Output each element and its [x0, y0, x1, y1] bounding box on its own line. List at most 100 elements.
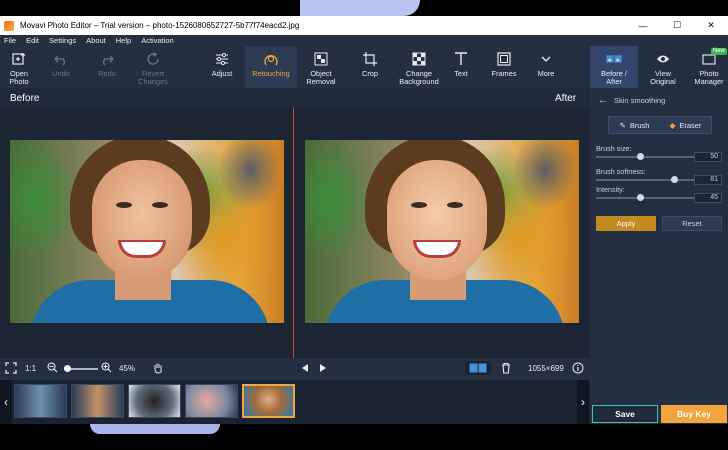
- object-removal-button[interactable]: Object Removal: [300, 46, 342, 88]
- filmstrip: [0, 380, 590, 424]
- brush-softness-label: Brush softness:: [596, 167, 646, 176]
- redo-button[interactable]: Redo: [90, 46, 124, 88]
- brush-size-value[interactable]: 50: [694, 152, 722, 162]
- apply-button[interactable]: Apply: [596, 216, 656, 231]
- undo-button[interactable]: Undo: [44, 46, 78, 88]
- maximize-button[interactable]: ☐: [660, 16, 694, 35]
- menu-settings[interactable]: Settings: [49, 36, 76, 45]
- text-icon: [453, 51, 469, 67]
- add-photo-icon: [11, 51, 27, 67]
- crop-button[interactable]: Crop: [354, 46, 386, 88]
- after-photo: [305, 140, 579, 323]
- more-label: More: [537, 69, 555, 78]
- object-removal-icon: [313, 51, 329, 67]
- view-controls: 1:1 45% 1055×699: [0, 358, 590, 380]
- hand-tool-icon[interactable]: [152, 362, 164, 376]
- brush-softness-knob[interactable]: [670, 176, 678, 183]
- brush-icon: ✎: [619, 120, 626, 130]
- undo-icon: [53, 51, 69, 67]
- before-after-label-2: After: [606, 77, 622, 86]
- eye-icon: [655, 51, 671, 67]
- minimize-button[interactable]: —: [626, 16, 660, 35]
- compare-header: Before After: [0, 88, 590, 108]
- frames-label: Frames: [491, 69, 517, 78]
- crop-icon: [362, 51, 378, 67]
- buy-key-button[interactable]: Buy Key: [661, 405, 727, 423]
- adjust-button[interactable]: Adjust: [204, 46, 240, 88]
- thumbnail-1[interactable]: [14, 384, 67, 418]
- menu-about[interactable]: About: [86, 36, 106, 45]
- text-button[interactable]: Text: [446, 46, 476, 88]
- frames-button[interactable]: Frames: [487, 46, 521, 88]
- sliders-icon: [214, 51, 230, 67]
- zoom-slider-knob[interactable]: [63, 365, 71, 372]
- adjust-label: Adjust: [211, 69, 233, 78]
- brush-size-label: Brush size:: [596, 144, 632, 153]
- fit-screen-icon[interactable]: [5, 362, 17, 376]
- frames-icon: [496, 51, 512, 67]
- intensity-knob[interactable]: [636, 194, 644, 201]
- eraser-label: Eraser: [679, 120, 702, 130]
- brush-tab[interactable]: ✎ Brush: [609, 117, 660, 133]
- brush-size-knob[interactable]: [636, 153, 644, 160]
- retouching-icon: [263, 51, 279, 67]
- retouching-button[interactable]: Retouching: [245, 46, 297, 88]
- revert-icon: [145, 51, 161, 67]
- view-original-label-2: Original: [650, 77, 676, 86]
- object-removal-label-2: Removal: [306, 77, 336, 86]
- photo-manager-label-2: Manager: [694, 77, 724, 86]
- before-after-divider[interactable]: [293, 108, 294, 358]
- redo-icon: [99, 51, 115, 67]
- filmstrip-scroll-left[interactable]: ‹: [0, 380, 12, 424]
- photo-manager-button[interactable]: New Photo Manager: [690, 46, 728, 88]
- brush-softness-track[interactable]: [596, 179, 694, 181]
- chevron-down-icon: [538, 51, 554, 67]
- intensity-label: Intensity:: [596, 185, 625, 194]
- revert-label-2: Changes: [138, 77, 168, 86]
- change-background-button[interactable]: Change Background: [395, 46, 443, 88]
- view-original-button[interactable]: View Original: [642, 46, 684, 88]
- change-background-icon: [411, 51, 427, 67]
- window-title: Movavi Photo Editor – Trial version – ph…: [20, 21, 300, 30]
- previous-photo-icon[interactable]: [301, 363, 309, 375]
- photo-manager-icon: New: [701, 48, 728, 67]
- retouch-panel: ← Skin smoothing ✎ Brush ◆ Eraser Brush si…: [590, 88, 728, 424]
- info-icon[interactable]: [572, 362, 584, 376]
- menu-activation[interactable]: Activation: [141, 36, 174, 45]
- zoom-in-icon[interactable]: [101, 362, 112, 375]
- intensity-track[interactable]: [596, 197, 694, 199]
- menu-file[interactable]: File: [4, 36, 16, 45]
- brush-label: Brush: [629, 120, 650, 130]
- save-button[interactable]: Save: [592, 405, 658, 423]
- menu-help[interactable]: Help: [116, 36, 131, 45]
- after-label: After: [555, 93, 577, 104]
- open-photo-button[interactable]: Open Photo: [2, 46, 36, 88]
- zoom-ratio-button[interactable]: 1:1: [25, 364, 36, 373]
- app-logo-icon: [4, 20, 14, 31]
- redo-label: Redo: [98, 69, 116, 78]
- image-dimensions: 1055×699: [528, 364, 564, 373]
- back-arrow-icon[interactable]: ←: [598, 95, 608, 106]
- panel-title: Skin smoothing: [614, 96, 666, 105]
- thumbnail-4[interactable]: [185, 384, 238, 418]
- close-button[interactable]: ✕: [694, 16, 728, 35]
- brush-size-track[interactable]: [596, 156, 694, 158]
- trash-icon[interactable]: [501, 362, 511, 376]
- before-after-button[interactable]: Before / After: [590, 46, 638, 88]
- reset-button[interactable]: Reset: [662, 216, 722, 231]
- brush-softness-value[interactable]: 81: [694, 175, 722, 185]
- filmstrip-scroll-right[interactable]: ›: [577, 380, 589, 424]
- thumbnail-5-selected[interactable]: [242, 384, 295, 418]
- menu-edit[interactable]: Edit: [26, 36, 39, 45]
- compare-mode-icon[interactable]: [465, 361, 491, 375]
- revert-changes-button[interactable]: Revert Changes: [134, 46, 172, 88]
- new-badge: New: [711, 48, 728, 55]
- intensity-value[interactable]: 45: [694, 193, 722, 203]
- thumbnail-3[interactable]: [128, 384, 181, 418]
- thumbnail-2[interactable]: [71, 384, 124, 418]
- zoom-out-icon[interactable]: [47, 362, 58, 375]
- next-photo-icon[interactable]: [319, 363, 327, 375]
- change-background-label-2: Background: [399, 77, 439, 86]
- more-button[interactable]: More: [530, 46, 562, 88]
- eraser-tab[interactable]: ◆ Eraser: [660, 117, 711, 133]
